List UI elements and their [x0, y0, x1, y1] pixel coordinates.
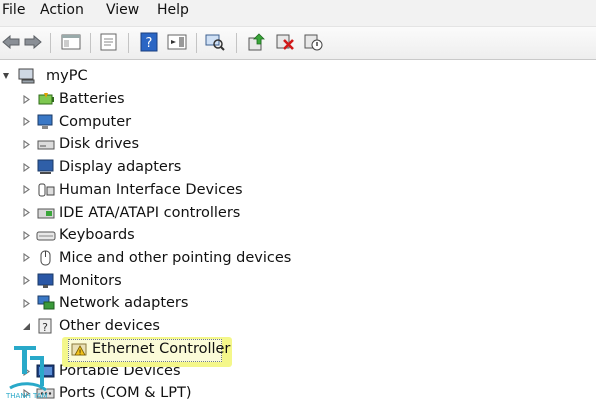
disable-device-button[interactable]: [302, 31, 324, 53]
action-pane-button[interactable]: [166, 31, 188, 53]
help-icon: ?: [140, 32, 158, 52]
properties-icon: [100, 33, 117, 51]
warning-device-icon: !: [70, 340, 90, 358]
menu-help[interactable]: Help: [157, 2, 189, 18]
item-label: Computer: [59, 113, 132, 130]
tree-item-ethernet-controller[interactable]: ! Ethernet Controller: [70, 338, 230, 360]
computer-icon: [36, 113, 56, 131]
uninstall-button[interactable]: [274, 31, 296, 53]
network-adapter-icon: [36, 294, 56, 312]
menu-bar: File Action View Help: [0, 0, 596, 27]
forward-icon: [24, 35, 42, 49]
hid-icon: [36, 181, 56, 199]
computer-root-icon: [18, 67, 38, 85]
expand-arrow-icon[interactable]: [20, 139, 32, 149]
back-icon: [2, 35, 20, 49]
item-label: Keyboards: [59, 227, 135, 244]
disable-device-icon: [304, 34, 323, 51]
battery-icon: [36, 90, 56, 108]
expand-arrow-icon[interactable]: [20, 276, 32, 286]
menu-view[interactable]: View: [106, 2, 139, 18]
keyboard-icon: [36, 226, 56, 244]
item-label: Monitors: [59, 272, 122, 289]
scan-hardware-button[interactable]: [204, 31, 226, 53]
disk-drive-icon: [36, 135, 56, 153]
toolbar: ?: [0, 27, 596, 60]
expand-arrow-icon[interactable]: [20, 230, 32, 240]
tree-root-myPC[interactable]: myPC: [0, 65, 88, 87]
show-hide-console-tree-icon: [61, 34, 81, 50]
menu-action[interactable]: Action: [40, 2, 84, 18]
item-label: Ports (COM & LPT): [59, 385, 192, 401]
uninstall-icon: [276, 34, 294, 50]
menu-file[interactable]: File: [2, 2, 25, 18]
expand-arrow-icon[interactable]: [20, 94, 32, 104]
collapse-arrow-icon[interactable]: [0, 72, 12, 80]
expand-arrow-icon[interactable]: [20, 208, 32, 218]
scan-hardware-icon: [205, 34, 225, 51]
help-button[interactable]: ?: [138, 31, 160, 53]
tree-item-ide-ata-atapi-controllers[interactable]: IDE ATA/ATAPI controllers: [20, 202, 240, 224]
tree-item-monitors[interactable]: Monitors: [20, 270, 122, 292]
expand-arrow-icon[interactable]: [20, 253, 32, 263]
collapse-arrow-icon[interactable]: [20, 321, 32, 331]
back-button[interactable]: [0, 31, 22, 53]
expand-arrow-icon[interactable]: [20, 185, 32, 195]
mouse-icon: [36, 249, 56, 267]
tree-item-human-interface-devices[interactable]: Human Interface Devices: [20, 179, 243, 201]
item-label: Display adapters: [59, 159, 182, 176]
root-label: myPC: [46, 68, 88, 84]
display-adapter-icon: [36, 158, 56, 176]
expand-arrow-icon[interactable]: [20, 117, 32, 127]
tree-item-network-adapters[interactable]: Network adapters: [20, 292, 188, 314]
ide-controller-icon: [36, 204, 56, 222]
watermark-logo: THANH TAM: [5, 340, 66, 400]
tree-item-mice-and-other-pointing-devices[interactable]: Mice and other pointing devices: [20, 247, 291, 269]
update-driver-button[interactable]: [246, 31, 268, 53]
item-label: Mice and other pointing devices: [59, 249, 292, 266]
item-label: Network adapters: [59, 295, 189, 312]
update-driver-icon: [248, 33, 265, 51]
tree-item-batteries[interactable]: Batteries: [20, 88, 125, 110]
expand-arrow-icon[interactable]: [20, 298, 32, 308]
show-hide-tree-button[interactable]: [60, 31, 82, 53]
item-label: Other devices: [59, 318, 160, 334]
expand-arrow-icon[interactable]: [20, 162, 32, 172]
svg-text:!: !: [79, 349, 82, 357]
monitor-icon: [36, 272, 56, 290]
forward-button[interactable]: [22, 31, 44, 53]
action-pane-icon: [167, 34, 187, 50]
tree-item-other-devices[interactable]: ? Other devices: [20, 315, 160, 337]
tree-item-keyboards[interactable]: Keyboards: [20, 224, 135, 246]
item-label: Disk drives: [59, 136, 140, 153]
svg-text:?: ?: [42, 321, 48, 334]
item-label: Batteries: [59, 91, 125, 107]
watermark-text: THANH TAM: [6, 392, 48, 400]
item-label: Human Interface Devices: [59, 181, 243, 198]
item-label: IDE ATA/ATAPI controllers: [59, 204, 241, 221]
item-label: Ethernet Controller: [92, 341, 231, 357]
tree-item-disk-drives[interactable]: Disk drives: [20, 133, 139, 155]
svg-text:?: ?: [146, 36, 153, 51]
tree-item-display-adapters[interactable]: Display adapters: [20, 156, 181, 178]
unknown-device-icon: ?: [36, 317, 56, 335]
tree-item-computer[interactable]: Computer: [20, 111, 131, 133]
properties-button[interactable]: [98, 31, 120, 53]
